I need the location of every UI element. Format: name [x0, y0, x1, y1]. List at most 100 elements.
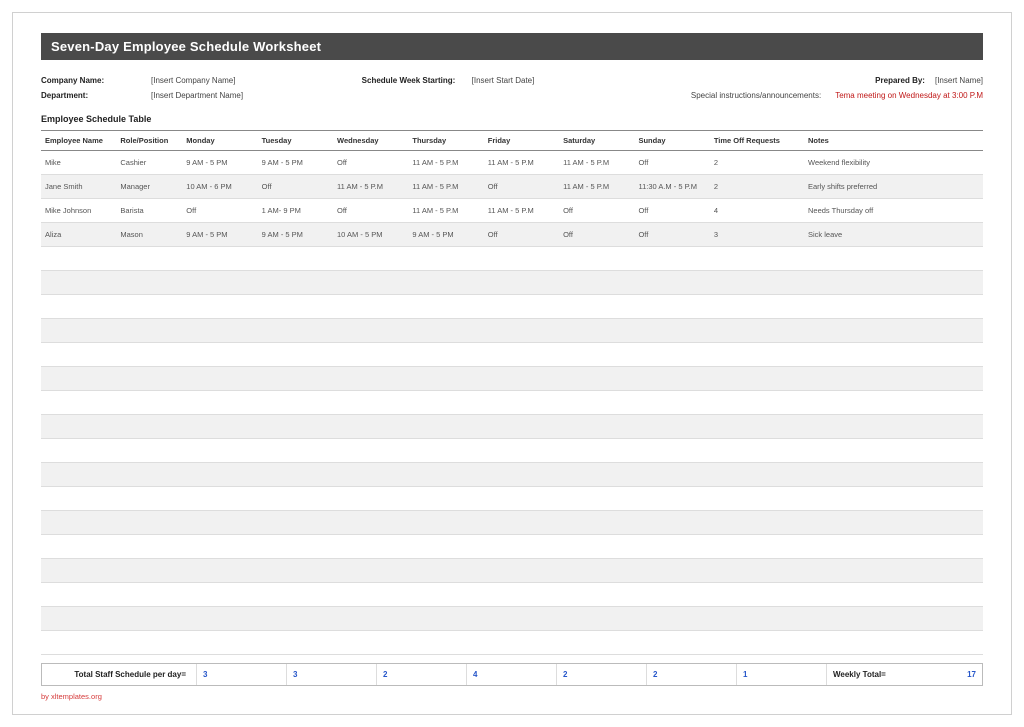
table-cell [804, 367, 983, 391]
table-cell [804, 559, 983, 583]
table-cell [182, 487, 257, 511]
table-cell [333, 367, 408, 391]
table-cell [559, 439, 634, 463]
table-cell [333, 343, 408, 367]
table-cell [258, 535, 333, 559]
table-cell [41, 487, 116, 511]
table-cell [258, 487, 333, 511]
table-cell [258, 607, 333, 631]
table-cell [182, 415, 257, 439]
table-cell [258, 271, 333, 295]
table-cell [559, 583, 634, 607]
table-cell [41, 583, 116, 607]
table-row [41, 319, 983, 343]
table-cell [408, 535, 483, 559]
table-cell [484, 631, 559, 655]
table-cell [333, 319, 408, 343]
table-cell [116, 247, 182, 271]
table-row [41, 271, 983, 295]
table-cell [333, 391, 408, 415]
table-cell [116, 439, 182, 463]
table-cell: 11 AM - 5 P.M [408, 175, 483, 199]
weekly-total-value: 17 [967, 670, 976, 679]
table-cell [484, 319, 559, 343]
table-cell: Off [333, 199, 408, 223]
document-frame: Seven-Day Employee Schedule Worksheet Co… [12, 12, 1012, 715]
table-cell [41, 415, 116, 439]
table-row: MikeCashier9 AM - 5 PM9 AM - 5 PMOff11 A… [41, 151, 983, 175]
table-cell [182, 367, 257, 391]
table-row [41, 631, 983, 655]
table-cell [333, 511, 408, 535]
table-cell [333, 463, 408, 487]
table-cell [258, 463, 333, 487]
credit-line: by xltemplates.org [41, 692, 983, 701]
table-cell [333, 439, 408, 463]
table-cell [634, 271, 709, 295]
table-cell [559, 271, 634, 295]
table-cell: 3 [710, 223, 804, 247]
table-cell [182, 511, 257, 535]
table-cell [634, 559, 709, 583]
table-cell [710, 391, 804, 415]
table-row [41, 463, 983, 487]
table-row [41, 535, 983, 559]
table-cell [182, 247, 257, 271]
table-row [41, 247, 983, 271]
table-cell [710, 583, 804, 607]
table-cell: 11 AM - 5 P.M [484, 151, 559, 175]
table-cell: Jane Smith [41, 175, 116, 199]
table-cell: 9 AM - 5 PM [258, 151, 333, 175]
table-cell [258, 439, 333, 463]
field-department: Department: [Insert Department Name] [41, 91, 342, 100]
table-cell [634, 367, 709, 391]
table-cell [484, 415, 559, 439]
table-cell: 10 AM - 5 PM [333, 223, 408, 247]
table-cell [408, 271, 483, 295]
table-cell [408, 439, 483, 463]
table-cell [634, 607, 709, 631]
table-cell [116, 319, 182, 343]
table-cell [116, 391, 182, 415]
table-cell: Mike [41, 151, 116, 175]
prepared-value: [Insert Name] [935, 76, 983, 85]
totals-thu: 4 [467, 664, 557, 685]
table-cell [41, 247, 116, 271]
table-cell [710, 319, 804, 343]
col-header: Thursday [408, 131, 483, 151]
table-cell [408, 631, 483, 655]
table-cell: 4 [710, 199, 804, 223]
table-cell [804, 463, 983, 487]
col-header: Tuesday [258, 131, 333, 151]
table-cell [484, 511, 559, 535]
table-cell [634, 487, 709, 511]
table-cell: 11 AM - 5 P.M [408, 199, 483, 223]
table-cell [258, 367, 333, 391]
table-cell [258, 415, 333, 439]
table-cell [634, 343, 709, 367]
table-cell [182, 319, 257, 343]
table-cell: 9 AM - 5 PM [182, 151, 257, 175]
table-row: Jane SmithManager10 AM - 6 PMOff11 AM - … [41, 175, 983, 199]
table-cell [634, 511, 709, 535]
totals-sun: 1 [737, 664, 827, 685]
table-cell [710, 535, 804, 559]
table-cell: Aliza [41, 223, 116, 247]
table-cell [484, 583, 559, 607]
table-cell [258, 343, 333, 367]
title-bar: Seven-Day Employee Schedule Worksheet [41, 33, 983, 60]
table-cell [710, 295, 804, 319]
table-cell [41, 631, 116, 655]
table-cell: 2 [710, 151, 804, 175]
table-cell: Mike Johnson [41, 199, 116, 223]
table-cell [710, 343, 804, 367]
table-cell [41, 559, 116, 583]
table-cell: Off [559, 199, 634, 223]
table-cell: Mason [116, 223, 182, 247]
table-row [41, 343, 983, 367]
table-cell [559, 535, 634, 559]
table-cell [804, 295, 983, 319]
table-cell [559, 463, 634, 487]
table-cell [41, 343, 116, 367]
col-header: Notes [804, 131, 983, 151]
